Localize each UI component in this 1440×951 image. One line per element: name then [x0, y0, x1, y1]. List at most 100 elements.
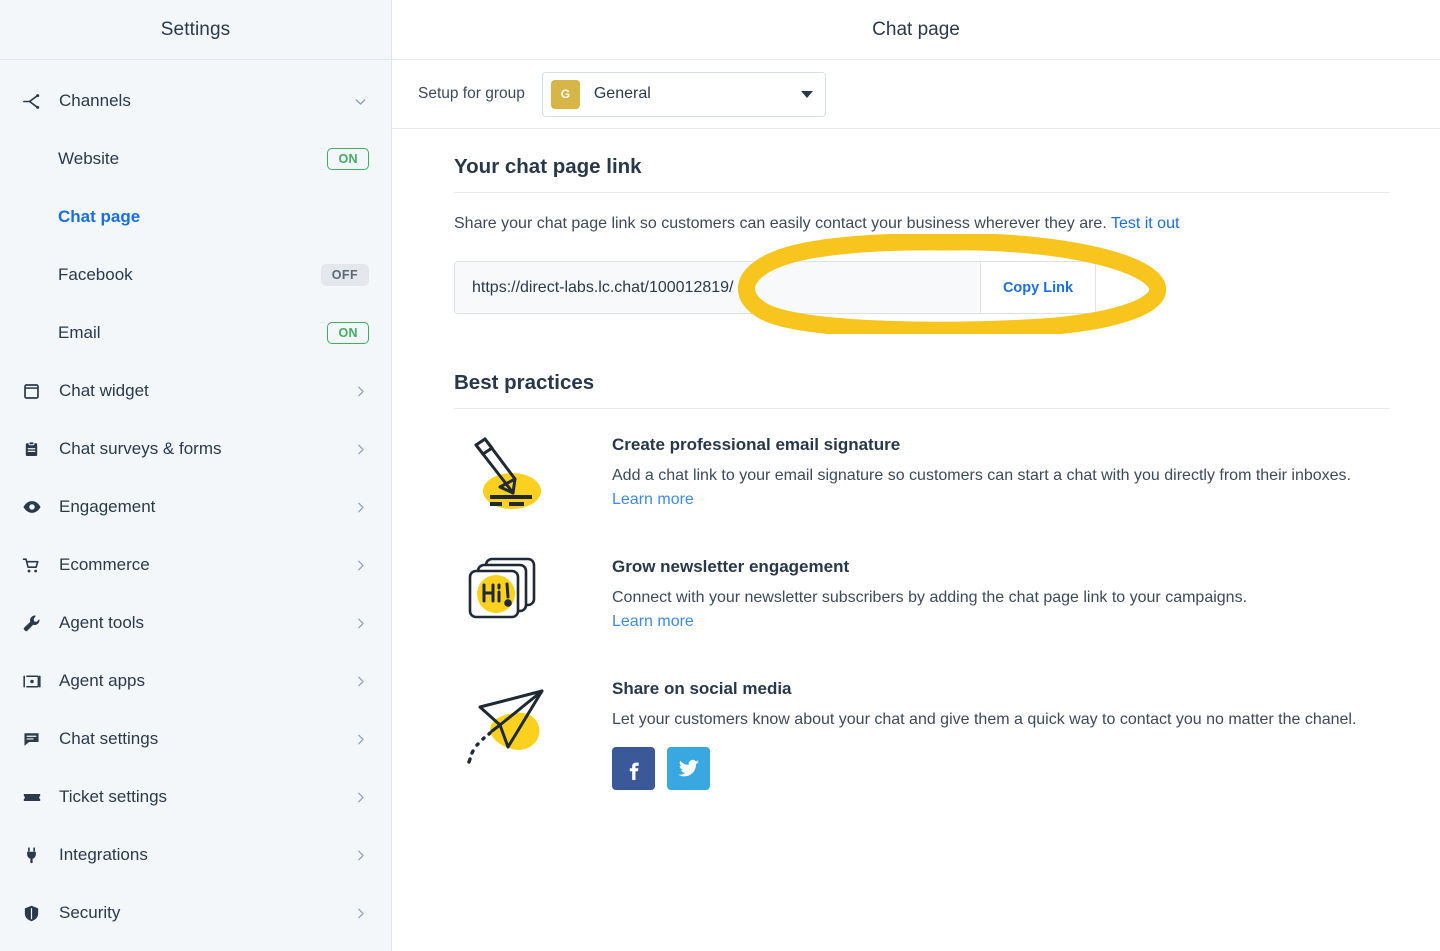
sidebar-item-security[interactable]: Security: [0, 884, 391, 942]
sidebar-item-label: Engagement: [59, 497, 156, 516]
group-select-value: General: [593, 85, 651, 102]
shopping-cart-icon: [22, 556, 48, 575]
list-item: Grow newsletter engagement Connect with …: [454, 553, 1390, 653]
chevron-right-icon: [352, 615, 369, 632]
sidebar-item-label: Chat surveys & forms: [59, 439, 222, 458]
setup-for-group-label: Setup for group: [418, 85, 525, 102]
clipboard-icon: [22, 440, 48, 459]
chevron-right-icon: [352, 673, 369, 690]
learn-more-link[interactable]: Learn more: [612, 613, 694, 631]
list-item-description: Connect with your newsletter subscribers…: [612, 589, 1248, 607]
facebook-icon: [629, 762, 639, 780]
list-item-heading: Grow newsletter engagement: [612, 557, 850, 577]
sidebar-item-label: Website: [58, 149, 120, 168]
social-share-buttons: [612, 747, 1390, 791]
wrench-icon: [22, 614, 48, 633]
ticket-icon: [22, 788, 48, 807]
share-branch-icon: [22, 92, 48, 111]
sidebar-item-label: Facebook: [58, 265, 133, 284]
page-title: Chat page: [872, 18, 960, 40]
sidebar-item-label: Agent apps: [59, 671, 146, 690]
learn-more-link[interactable]: Learn more: [612, 491, 694, 509]
sidebar-header: Settings: [0, 0, 391, 60]
sidebar-item-label: Agent tools: [59, 613, 145, 632]
chat-page-link-description-text: Share your chat page link so customers c…: [454, 215, 1107, 232]
copy-link-button[interactable]: Copy Link: [980, 262, 1095, 314]
chat-bubble-icon: [22, 730, 48, 749]
chevron-right-icon: [352, 557, 369, 574]
status-badge[interactable]: ON: [327, 147, 369, 171]
list-item: Share on social media Let your customers…: [454, 675, 1390, 791]
group-select-dropdown[interactable]: G General: [541, 71, 826, 117]
sidebar-item-ecommerce[interactable]: Ecommerce: [0, 536, 391, 594]
avatar: G: [550, 79, 580, 109]
caret-down-icon: [800, 90, 813, 98]
sidebar-item-channels[interactable]: Channels: [0, 72, 391, 130]
sidebar-item-label: Chat page: [58, 207, 141, 226]
best-practices-list: Create professional email signature Add …: [454, 431, 1390, 791]
chat-page-link-field-row: Copy Link: [454, 261, 1096, 315]
main-panel: Chat page Setup for group G General Your…: [392, 0, 1440, 951]
sidebar-item-label: Email: [58, 323, 101, 342]
sidebar-item-label: Channels: [59, 91, 131, 110]
eye-icon: [22, 497, 48, 517]
plug-icon: [22, 846, 48, 865]
sidebar-item-chat-surveys-forms[interactable]: Chat surveys & forms: [0, 420, 391, 478]
facebook-share-button[interactable]: [612, 747, 655, 791]
sidebar-item-label: Integrations: [59, 845, 148, 864]
sidebar-item-agent-tools[interactable]: Agent tools: [0, 594, 391, 652]
sidebar-item-label: Chat widget: [59, 381, 149, 400]
paper-plane-illustration: [454, 675, 612, 775]
sidebar-item-chat-page[interactable]: Chat page: [0, 188, 391, 246]
hi-cards-illustration: [454, 553, 612, 653]
chevron-right-icon: [352, 905, 369, 922]
list-item-heading: Share on social media: [612, 679, 792, 699]
list-item-body: Create professional email signature Add …: [612, 431, 1390, 531]
sidebar-item-label: Chat settings: [59, 729, 159, 748]
list-item: Create professional email signature Add …: [454, 431, 1390, 531]
test-it-out-link[interactable]: Test it out: [1111, 215, 1179, 232]
sidebar-item-agent-apps[interactable]: Agent apps: [0, 652, 391, 710]
chevron-right-icon: [352, 499, 369, 516]
chevron-right-icon: [352, 441, 369, 458]
chevron-right-icon: [352, 731, 369, 748]
chat-page-link-section-title: Your chat page link: [454, 155, 1390, 193]
app-root: Settings Channels Website ON Chat page F…: [0, 0, 1440, 951]
main-header: Chat page: [392, 0, 1440, 60]
status-badge[interactable]: ON: [327, 321, 369, 345]
status-badge[interactable]: OFF: [320, 263, 369, 287]
main-content: Your chat page link Share your chat page…: [392, 129, 1440, 951]
chevron-down-icon: [352, 93, 369, 110]
sidebar-item-engagement[interactable]: Engagement: [0, 478, 391, 536]
chat-page-link-description: Share your chat page link so customers c…: [454, 212, 1390, 235]
square-widget-icon: [22, 382, 48, 401]
sidebar-title: Settings: [160, 18, 231, 40]
sidebar-item-integrations[interactable]: Integrations: [0, 826, 391, 884]
sidebar-item-label: Ticket settings: [59, 787, 168, 806]
app-window-icon: [22, 672, 48, 691]
sidebar-item-chat-widget[interactable]: Chat widget: [0, 362, 391, 420]
sidebar-item-chat-settings[interactable]: Chat settings: [0, 710, 391, 768]
sidebar-item-ticket-settings[interactable]: Ticket settings: [0, 768, 391, 826]
best-practices-section-title: Best practices: [454, 371, 1390, 410]
twitter-share-button[interactable]: [667, 747, 710, 791]
chevron-right-icon: [352, 847, 369, 864]
chevron-right-icon: [352, 383, 369, 400]
group-setup-bar: Setup for group G General: [392, 60, 1440, 129]
sidebar-item-email[interactable]: Email ON: [0, 304, 391, 362]
chevron-right-icon: [352, 789, 369, 806]
shield-icon: [22, 904, 48, 923]
sidebar-item-label: Ecommerce: [59, 555, 150, 574]
list-item-body: Share on social media Let your customers…: [612, 675, 1390, 791]
sidebar-item-facebook[interactable]: Facebook OFF: [0, 246, 391, 304]
settings-sidebar: Settings Channels Website ON Chat page F…: [0, 0, 392, 951]
pencil-drawing-illustration: [454, 431, 612, 531]
sidebar-item-label: Security: [59, 903, 121, 922]
sidebar-item-website[interactable]: Website ON: [0, 130, 391, 188]
list-item-body: Grow newsletter engagement Connect with …: [612, 553, 1390, 653]
sidebar-nav: Channels Website ON Chat page Facebook O…: [0, 60, 391, 942]
list-item-description: Let your customers know about your chat …: [612, 711, 1357, 729]
url-input-field[interactable]: [455, 262, 980, 314]
twitter-icon: [677, 760, 700, 777]
list-item-heading: Create professional email signature: [612, 435, 901, 455]
